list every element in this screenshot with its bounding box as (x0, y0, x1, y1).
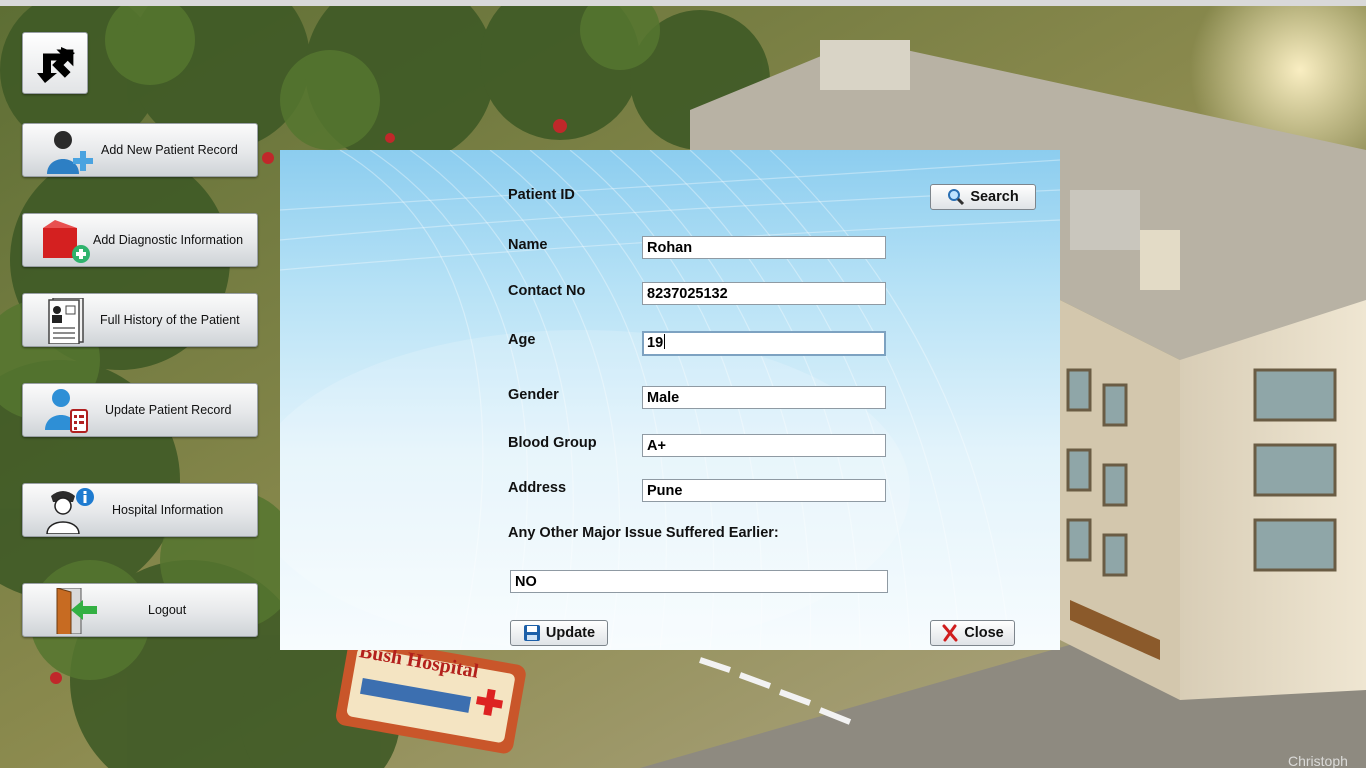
update-button[interactable]: Update (510, 620, 608, 646)
full-history-label: Full History of the Patient (100, 313, 240, 327)
hospital-information-button[interactable]: Hospital Information (22, 483, 258, 537)
redirect-button[interactable] (22, 32, 88, 94)
update-button-label: Update (545, 625, 596, 641)
blood-group-field[interactable]: A+ (642, 434, 886, 457)
contact-no-label: Contact No (508, 283, 586, 299)
watermark-text: Christoph (1288, 753, 1348, 768)
add-new-patient-record-button[interactable]: Add New Patient Record (22, 123, 258, 177)
blood-group-label: Blood Group (508, 435, 597, 451)
search-button-label: Search (970, 189, 1019, 205)
gender-field[interactable]: Male (642, 386, 886, 409)
add-diagnostic-information-button[interactable]: Add Diagnostic Information (22, 213, 258, 267)
patient-record-dialog: Patient ID Search Name Rohan Contact No … (280, 150, 1060, 650)
diagnostic-add-icon (43, 220, 90, 263)
address-label: Address (508, 480, 567, 496)
add-new-patient-record-label: Add New Patient Record (101, 143, 238, 157)
age-field[interactable]: 19 (642, 331, 886, 356)
add-user-icon (47, 131, 93, 174)
search-button[interactable]: Search (930, 184, 1036, 210)
patient-id-label: Patient ID (508, 187, 575, 203)
update-patient-record-button[interactable]: Update Patient Record (22, 383, 258, 437)
age-label: Age (508, 332, 536, 348)
logout-door-icon (56, 588, 97, 634)
close-x-icon (942, 624, 958, 642)
search-icon (948, 189, 965, 206)
contact-no-field[interactable]: 8237025132 (642, 282, 886, 305)
name-field[interactable]: Rohan (642, 236, 886, 259)
address-field[interactable]: Pune (642, 479, 886, 502)
gender-label: Gender (508, 387, 559, 403)
nurse-info-icon (46, 488, 94, 534)
age-field-value: 19 (647, 335, 664, 351)
patient-history-icon (48, 298, 84, 344)
hospital-information-label: Hospital Information (112, 503, 224, 517)
close-button[interactable]: Close (930, 620, 1015, 646)
major-issue-label: Any Other Major Issue Suffered Earlier: (508, 525, 779, 541)
name-label: Name (508, 237, 548, 253)
logout-label: Logout (148, 603, 187, 617)
logout-button[interactable]: Logout (22, 583, 258, 637)
window-top-bar (0, 0, 1366, 6)
save-disk-icon (523, 625, 540, 641)
close-button-label: Close (964, 625, 1004, 641)
update-record-icon (45, 389, 88, 433)
text-caret (664, 334, 666, 349)
redirect-arrows-icon (37, 47, 75, 83)
major-issue-field[interactable]: NO (510, 570, 888, 593)
full-history-button[interactable]: Full History of the Patient (22, 293, 258, 347)
update-patient-record-label: Update Patient Record (105, 403, 232, 417)
add-diagnostic-information-label: Add Diagnostic Information (93, 233, 244, 247)
